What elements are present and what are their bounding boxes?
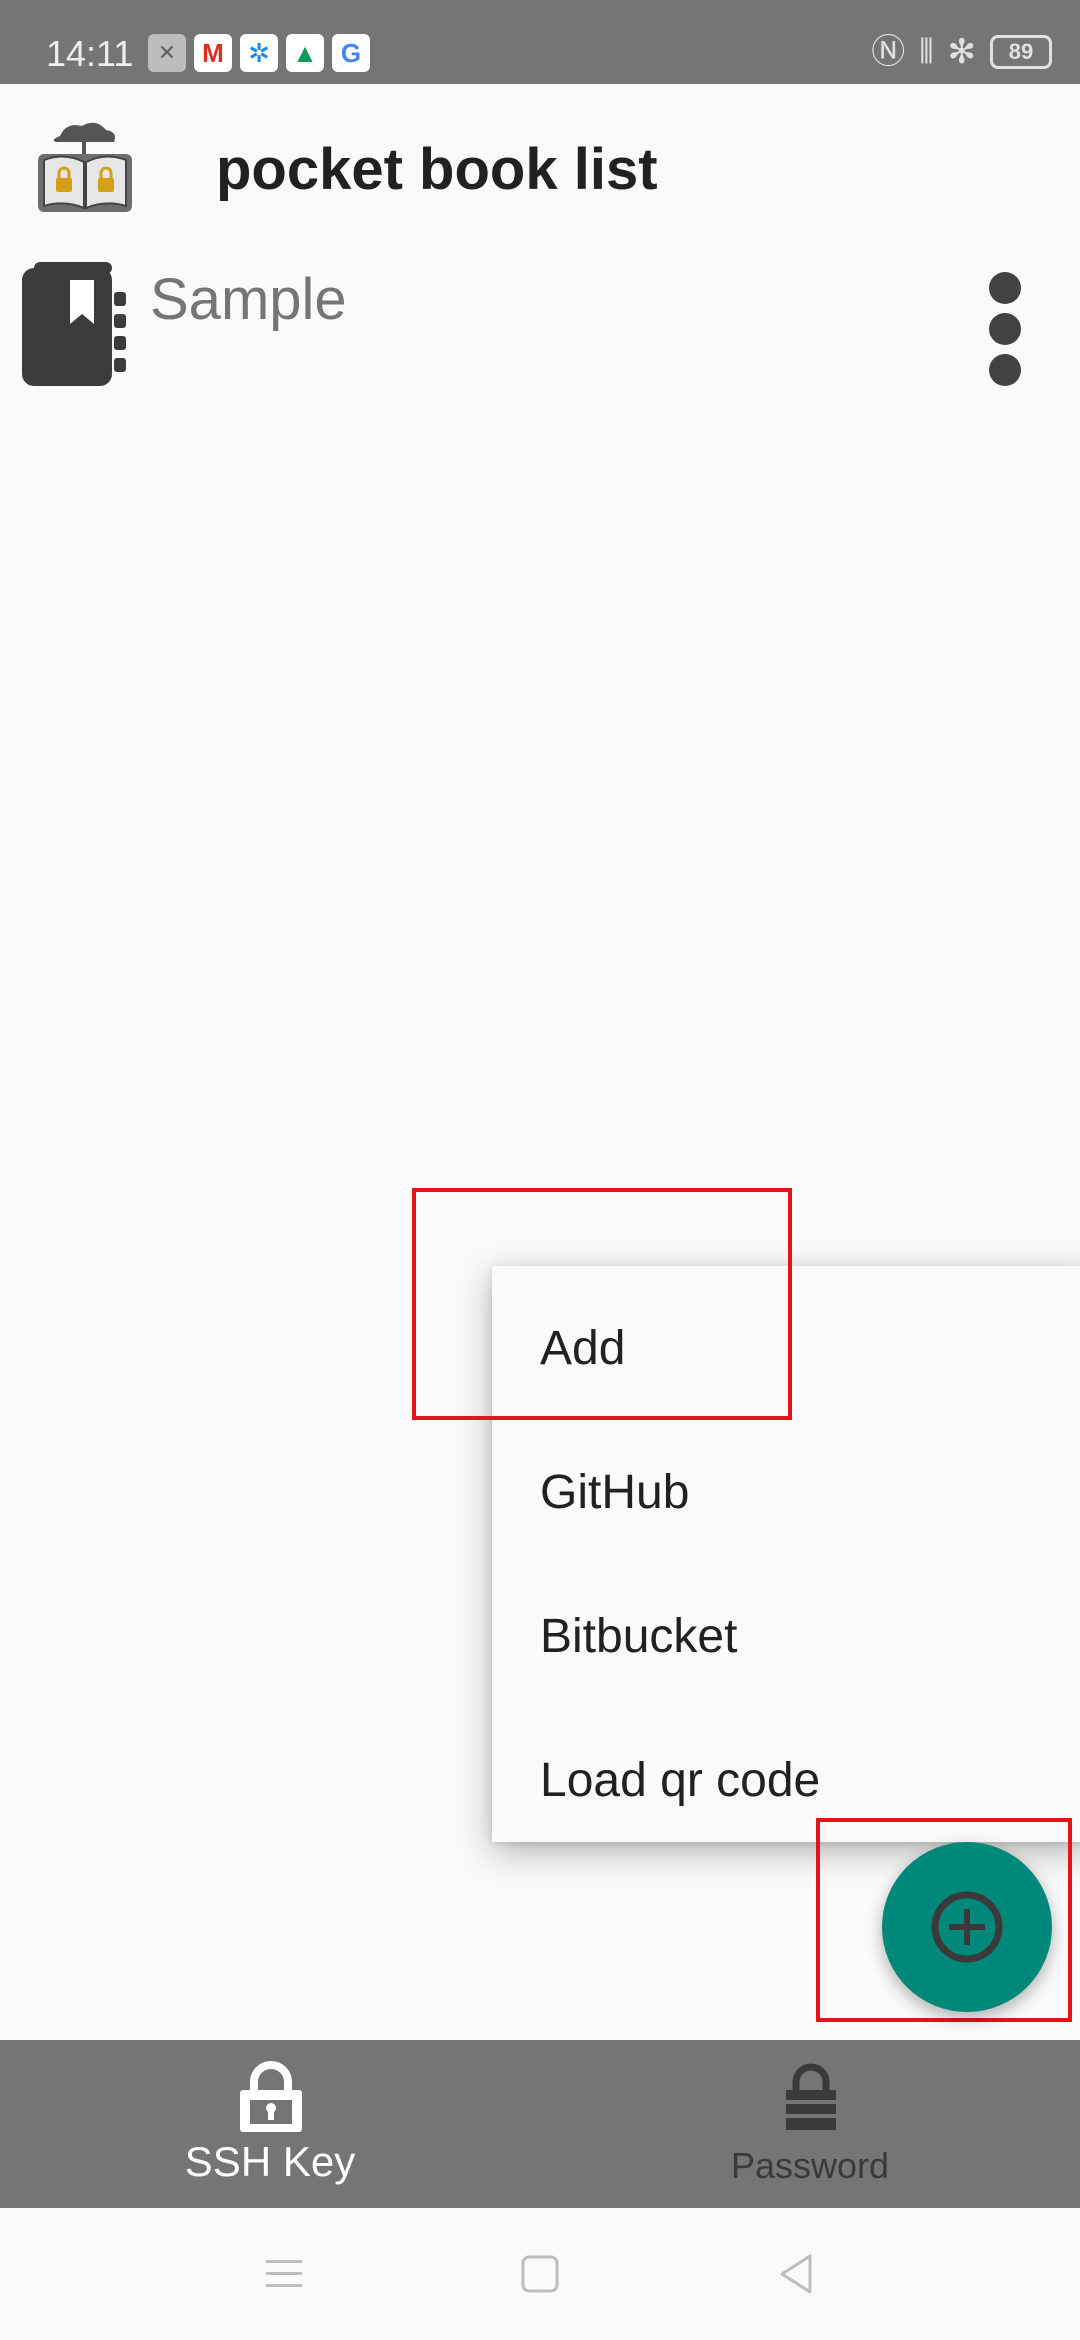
battery-icon: 89 — [990, 35, 1052, 69]
pinwheel-icon: ✲ — [240, 34, 278, 72]
menu-item-load-qr-code[interactable]: Load qr code — [492, 1708, 1080, 1852]
nfc-icon: Ⓝ — [871, 33, 906, 71]
list-item-label: Sample — [150, 267, 347, 332]
status-time: 14:11 — [46, 33, 134, 74]
drive-icon: ▲ — [286, 34, 324, 72]
menu-item-github[interactable]: GitHub — [492, 1420, 1080, 1564]
menu-item-bitbucket[interactable]: Bitbucket — [492, 1564, 1080, 1708]
menu-item-add[interactable]: Add — [492, 1276, 1080, 1420]
popup-menu: Add GitHub Bitbucket Load qr code — [492, 1266, 1080, 1842]
vibrate-icon: ⫴ — [919, 33, 934, 71]
tab-password[interactable]: Password — [540, 2040, 1080, 2208]
padlock-icon — [786, 2063, 836, 2130]
system-navigation-bar — [0, 2208, 1080, 2340]
notification-icons: ✕ M ✲ ▲ G — [148, 34, 370, 72]
bottom-navigation: SSH Key Password — [0, 2040, 1080, 2208]
home-icon[interactable] — [516, 2250, 564, 2298]
tab-ssh-key-label: SSH Key — [184, 2138, 356, 2185]
battery-level: 89 — [1008, 39, 1034, 64]
bluetooth-icon: ✻ — [947, 33, 977, 71]
system-status-icons: Ⓝ ⫴ ✻ 89 — [871, 30, 1052, 74]
book-icon — [22, 262, 126, 386]
more-vert-icon — [989, 272, 1021, 304]
tab-password-label: Password — [730, 2145, 890, 2186]
app-bar: pocket book list — [0, 84, 1080, 260]
more-options-button[interactable] — [970, 262, 1040, 392]
add-fab-button[interactable] — [882, 1842, 1052, 2012]
more-vert-icon-dot — [989, 354, 1021, 386]
status-bar: 14:11 ✕ M ✲ ▲ G Ⓝ ⫴ ✻ 89 — [0, 0, 1080, 84]
back-icon[interactable] — [772, 2250, 820, 2298]
list-item[interactable]: Sample — [0, 256, 1080, 396]
google-icon: G — [332, 34, 370, 72]
page-title: pocket book list — [216, 137, 658, 202]
close-box-icon: ✕ — [148, 34, 186, 72]
gmail-icon: M — [194, 34, 232, 72]
menu-icon[interactable] — [260, 2250, 308, 2298]
lock-icon — [240, 2061, 302, 2132]
tab-ssh-key[interactable]: SSH Key — [0, 2040, 540, 2208]
more-vert-icon-dot — [989, 313, 1021, 345]
add-circle-icon — [931, 1891, 1003, 1963]
app-logo-icon — [38, 122, 132, 212]
